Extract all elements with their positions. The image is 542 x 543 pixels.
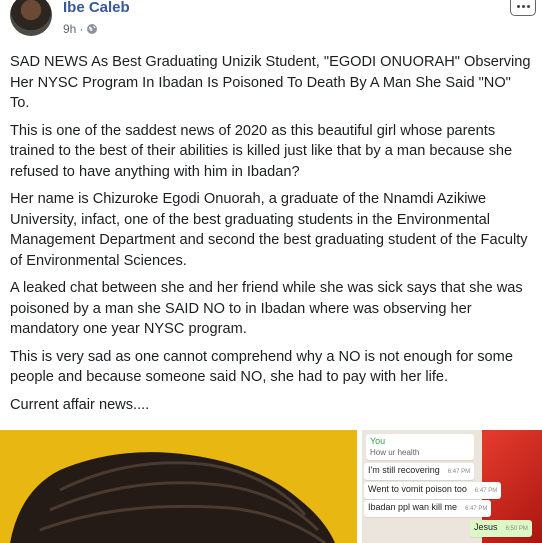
quoted-message: You How ur health — [366, 434, 474, 460]
chat-message: Went to vomit poison too 6:47 PM — [364, 482, 502, 499]
post-photo-portrait[interactable] — [0, 430, 357, 543]
meta-separator: · — [79, 22, 84, 36]
chat-message-text: Ibadan ppl wan kill me — [368, 502, 458, 512]
post-paragraph: SAD NEWS As Best Graduating Unizik Stude… — [10, 54, 531, 111]
post-paragraph: A leaked chat between she and her friend… — [10, 280, 523, 337]
post-paragraph: Her name is Chizuroke Egodi Onuorah, a g… — [10, 191, 528, 269]
post-time[interactable]: 9h — [63, 22, 76, 36]
quote-name: You — [370, 436, 386, 446]
post-paragraph: Current affair news.... — [10, 396, 150, 413]
avatar[interactable] — [10, 0, 52, 36]
chat-message: Ibadan ppl wan kill me 6:47 PM — [364, 500, 492, 517]
chat-message-text: Went to vomit poison too — [368, 484, 467, 494]
chat-message-text: Jesus — [474, 522, 498, 532]
chat-message-text: I'm still recovering — [368, 465, 440, 475]
post-body: SAD NEWS As Best Graduating Unizik Stude… — [10, 52, 532, 422]
post-meta: 9h · — [63, 22, 98, 36]
chat-message-sent: Jesus 6:50 PM — [470, 520, 532, 537]
chat-message-time: 6:50 PM — [505, 526, 528, 532]
author-name[interactable]: Ibe Caleb — [63, 0, 130, 16]
portrait-image — [0, 430, 357, 543]
chat-message-time: 6:47 PM — [447, 469, 471, 475]
post-paragraph: This is one of the saddest news of 2020 … — [10, 122, 513, 180]
globe-icon[interactable] — [86, 23, 98, 35]
chat-message-time: 6:47 PM — [474, 488, 498, 494]
quote-text: How ur health — [370, 448, 420, 457]
chat-message: I'm still recovering 6:47 PM — [364, 463, 475, 480]
post-header: Ibe Caleb 9h · — [0, 0, 542, 44]
post-paragraph: This is very sad as one cannot comprehen… — [10, 348, 513, 386]
chat-message-time: 6:47 PM — [465, 506, 488, 512]
chat-screenshot: You How ur health I'm still recovering 6:… — [362, 430, 532, 543]
more-options-icon[interactable] — [510, 0, 536, 16]
post-photo-chat[interactable]: You How ur health I'm still recovering 6:… — [362, 430, 542, 543]
